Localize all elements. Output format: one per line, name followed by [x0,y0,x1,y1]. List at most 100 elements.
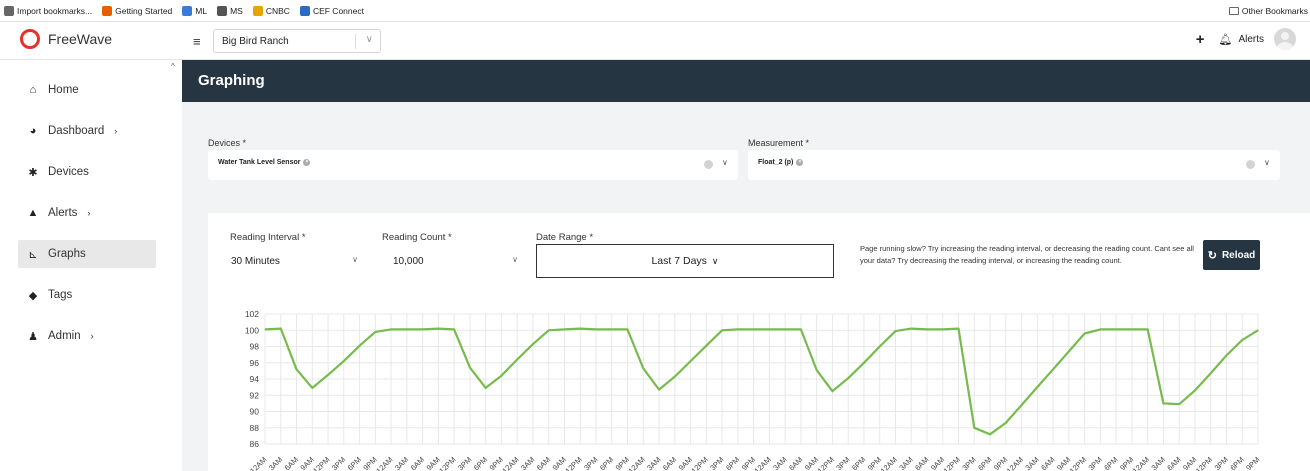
x-tick-label: 12AM [753,455,773,471]
data-point [469,367,471,369]
x-tick-label: 12AM [248,455,268,471]
data-point [768,328,770,331]
x-tick-label: 12PM [942,455,962,471]
data-point [753,328,755,331]
data-point [989,433,991,435]
data-point [1194,389,1196,391]
data-point [500,375,503,377]
y-tick-label: 96 [250,358,260,368]
data-point [626,328,629,331]
data-point [879,345,881,348]
x-tick-label: 12PM [1194,455,1214,471]
data-point [1115,328,1117,331]
data-point [910,328,912,330]
x-tick-label: 3AM [1023,455,1040,471]
y-tick-label: 94 [250,374,260,384]
x-tick-label: 3AM [771,455,788,471]
x-tick-label: 12PM [1068,455,1088,471]
x-tick-label: 3PM [582,455,599,471]
data-point [343,360,345,362]
data-point [1241,339,1243,341]
y-tick-label: 98 [250,342,260,352]
data-point [942,328,944,331]
data-point [642,367,644,370]
data-point [721,329,723,331]
x-tick-label: 3PM [834,455,851,471]
data-point [579,328,581,330]
x-tick-label: 12PM [437,455,457,471]
x-tick-label: 6AM [1039,455,1056,471]
data-point [1068,350,1070,352]
data-point [548,329,550,331]
x-tick-label: 6AM [661,455,678,471]
data-point [358,345,361,347]
series-line [264,327,1259,436]
data-point [563,328,566,331]
data-point [1162,402,1165,404]
x-tick-label: 6PM [976,455,993,471]
x-tick-label: 12PM [816,455,836,471]
x-tick-label: 6AM [787,455,804,471]
x-tick-label: 12PM [563,455,583,471]
data-point [658,388,660,391]
data-point [847,377,849,379]
x-tick-label: 6PM [724,455,741,471]
x-tick-label: 3PM [1213,455,1230,471]
x-tick-label: 12AM [1005,455,1025,471]
data-point [863,362,865,364]
data-point [311,387,313,389]
y-tick-label: 102 [245,309,259,319]
level-line-chart: 8688909294969810010212AM3AM6AM9AM12PM3PM… [245,309,1262,471]
data-point [973,427,975,429]
data-point [926,328,928,331]
x-tick-label: 12PM [311,455,331,471]
x-tick-label: 6PM [850,455,867,471]
x-tick-label: 3PM [330,455,347,471]
data-point [1147,328,1149,331]
data-point [1257,329,1259,331]
x-tick-label: 6AM [283,455,300,471]
x-tick-label: 6AM [409,455,426,471]
x-tick-label: 12AM [500,455,520,471]
y-tick-label: 92 [250,390,260,400]
x-tick-label: 3AM [645,455,662,471]
data-point [1005,422,1007,424]
data-point [264,328,266,331]
data-point [1020,404,1023,406]
data-point [1036,386,1038,388]
x-tick-label: 3AM [267,455,284,471]
data-point [784,328,786,331]
data-point [1099,328,1101,331]
x-tick-label: 6PM [598,455,615,471]
data-point [390,328,392,331]
data-point [1084,332,1086,335]
x-tick-label: 12PM [690,455,710,471]
x-tick-label: 3PM [456,455,473,471]
x-tick-label: 3PM [708,455,725,471]
data-point [1210,372,1212,374]
data-point [422,328,424,331]
data-point [532,343,534,345]
x-tick-label: 12AM [374,455,394,471]
x-tick-label: 3PM [1087,455,1104,471]
x-tick-label: 3AM [519,455,536,471]
data-point [280,328,282,330]
data-point [674,375,676,378]
y-tick-label: 100 [245,325,259,335]
data-point [595,328,597,331]
x-tick-label: 6PM [472,455,489,471]
data-point [816,369,818,371]
x-tick-label: 3AM [1150,455,1167,471]
data-point [800,328,802,331]
data-point [1178,403,1180,405]
data-point [705,345,707,347]
y-tick-label: 86 [250,439,260,449]
y-tick-label: 90 [250,407,260,417]
x-tick-label: 6AM [535,455,552,471]
x-tick-label: 12AM [1131,455,1151,471]
x-tick-label: 6AM [1165,455,1182,471]
data-point [327,374,329,376]
data-point [1052,368,1054,370]
x-tick-label: 3PM [960,455,977,471]
data-point [516,358,518,361]
